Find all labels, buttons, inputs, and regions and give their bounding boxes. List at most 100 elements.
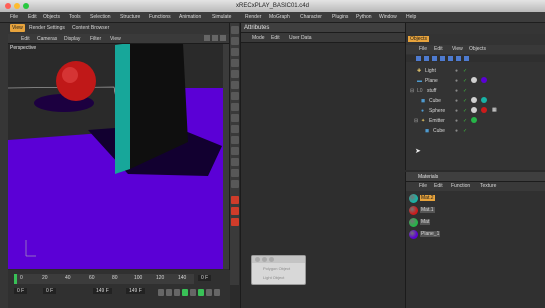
timeline-playhead[interactable] <box>14 274 17 284</box>
menu-plugins[interactable]: Plugins <box>332 14 348 20</box>
menu-character[interactable]: Character <box>300 14 322 20</box>
object-row[interactable]: ▬ Plane ● ✓ <box>406 77 545 87</box>
material-item[interactable]: Mat.2 <box>406 193 545 204</box>
tool-move-icon[interactable] <box>231 26 239 34</box>
loop-button[interactable] <box>214 289 220 296</box>
object-row[interactable]: ✚ Light ● ✓ <box>406 67 545 77</box>
enabled-check-icon[interactable]: ✓ <box>463 98 467 104</box>
floating-zoom-button[interactable] <box>269 257 274 262</box>
tool-polygon-icon[interactable] <box>231 103 239 111</box>
mat-menu-file[interactable]: File <box>419 183 427 189</box>
phong-tag-icon[interactable] <box>471 77 477 83</box>
obj-toolbar-icon-2[interactable] <box>424 56 429 61</box>
checker-tag-icon[interactable]: ▦ <box>492 107 497 113</box>
viewport-move-icon[interactable] <box>204 35 210 41</box>
tool-texture-icon[interactable] <box>231 147 239 155</box>
floating-window[interactable]: Polygon Object Light Object <box>251 255 306 285</box>
prev-frame-button[interactable] <box>174 289 180 296</box>
viewport-rotate-icon[interactable] <box>212 35 218 41</box>
tool-keyframe-icon[interactable] <box>231 207 239 215</box>
collapse-icon[interactable]: ⊟ <box>414 118 418 124</box>
material-tag-icon[interactable] <box>481 77 487 83</box>
viewport-menu-view[interactable]: View <box>110 36 121 42</box>
tool-record-icon[interactable] <box>231 196 239 204</box>
prev-key-button[interactable] <box>166 289 172 296</box>
phong-tag-icon[interactable] <box>471 97 477 103</box>
tool-brush-icon[interactable] <box>231 180 239 188</box>
object-row[interactable]: ⊟ ✦ Emitter ● ✓ <box>406 117 545 127</box>
minimize-window-button[interactable] <box>14 3 20 9</box>
tool-point-icon[interactable] <box>231 81 239 89</box>
mat-menu-texture[interactable]: Texture <box>480 183 496 189</box>
tool-lock-icon[interactable] <box>231 158 239 166</box>
obj-menu-edit[interactable]: Edit <box>434 46 443 52</box>
tab-content-browser[interactable]: Content Browser <box>72 25 109 31</box>
next-key-button[interactable] <box>198 289 204 296</box>
viewport-menu-cameras[interactable]: Cameras <box>37 36 57 42</box>
material-tag-icon[interactable] <box>471 117 477 123</box>
preview-start-field[interactable]: 0 F <box>43 288 57 294</box>
menu-objects[interactable]: Objects <box>43 14 60 20</box>
enabled-check-icon[interactable]: ✓ <box>463 108 467 114</box>
obj-menu-view[interactable]: View <box>452 46 463 52</box>
obj-toolbar-icon-4[interactable] <box>440 56 445 61</box>
obj-toolbar-icon-1[interactable] <box>416 56 421 61</box>
visibility-dots[interactable]: ● <box>455 88 458 94</box>
material-item[interactable]: Plane_1 <box>406 229 545 240</box>
obj-toolbar-icon-3[interactable] <box>432 56 437 61</box>
enabled-check-icon[interactable]: ✓ <box>463 128 467 134</box>
object-row[interactable]: ◼ Cube ● ✓ <box>406 127 545 137</box>
enabled-check-icon[interactable]: ✓ <box>463 88 467 94</box>
attr-menu-user-data[interactable]: User Data <box>289 35 312 41</box>
tab-view[interactable]: View <box>10 24 25 32</box>
tool-magnet-icon[interactable] <box>231 169 239 177</box>
tool-select-icon[interactable] <box>231 59 239 67</box>
material-item[interactable]: Mat.1 <box>406 205 545 216</box>
tool-autokey-icon[interactable] <box>231 218 239 226</box>
menu-simulate[interactable]: Simulate <box>212 14 231 20</box>
floating-close-button[interactable] <box>255 257 260 262</box>
timeline-ruler[interactable]: 0 20 40 60 80 100 120 140 <box>14 274 194 284</box>
zoom-window-button[interactable] <box>23 3 29 9</box>
material-tag-icon[interactable] <box>481 97 487 103</box>
collapse-icon[interactable]: ⊟ <box>410 88 414 94</box>
obj-toolbar-icon-5[interactable] <box>448 56 453 61</box>
mat-menu-edit[interactable]: Edit <box>434 183 443 189</box>
enabled-check-icon[interactable]: ✓ <box>463 78 467 84</box>
menu-tools[interactable]: Tools <box>69 14 81 20</box>
play-button[interactable] <box>182 289 188 296</box>
preview-end-field[interactable]: 149 F <box>93 288 112 294</box>
tool-axis-icon[interactable] <box>231 114 239 122</box>
end-frame-field[interactable]: 149 F <box>126 288 145 294</box>
object-row[interactable]: ⊟ L0 stuff ● ✓ <box>406 87 545 97</box>
obj-menu-file[interactable]: File <box>419 46 427 52</box>
material-tag-icon[interactable] <box>481 107 487 113</box>
close-window-button[interactable] <box>5 3 11 9</box>
viewport-maximize-icon[interactable] <box>220 35 226 41</box>
viewport-menu-edit[interactable]: Edit <box>21 36 30 42</box>
obj-toolbar-icon-7[interactable] <box>464 56 469 61</box>
menu-selection[interactable]: Selection <box>90 14 111 20</box>
material-item[interactable]: Mat <box>406 217 545 228</box>
next-frame-button[interactable] <box>190 289 196 296</box>
tool-model-icon[interactable] <box>231 70 239 78</box>
enabled-check-icon[interactable]: ✓ <box>463 118 467 124</box>
attr-menu-mode[interactable]: Mode <box>252 35 265 41</box>
viewport-menu-display[interactable]: Display <box>64 36 80 42</box>
tool-rotate-icon[interactable] <box>231 48 239 56</box>
menu-functions[interactable]: Functions <box>149 14 171 20</box>
visibility-dots[interactable]: ● <box>455 98 458 104</box>
menu-animation[interactable]: Animation <box>179 14 201 20</box>
tool-snap-icon[interactable] <box>231 125 239 133</box>
floating-minimize-button[interactable] <box>262 257 267 262</box>
visibility-dots[interactable]: ● <box>455 68 458 74</box>
viewport-menu-filter[interactable]: Filter <box>90 36 101 42</box>
visibility-dots[interactable]: ● <box>455 118 458 124</box>
enabled-check-icon[interactable]: ✓ <box>463 68 467 74</box>
visibility-dots[interactable]: ● <box>455 78 458 84</box>
menu-python[interactable]: Python <box>356 14 372 20</box>
phong-tag-icon[interactable] <box>471 107 477 113</box>
tool-edge-icon[interactable] <box>231 92 239 100</box>
mat-menu-function[interactable]: Function <box>451 183 470 189</box>
menu-render[interactable]: Render <box>245 14 261 20</box>
